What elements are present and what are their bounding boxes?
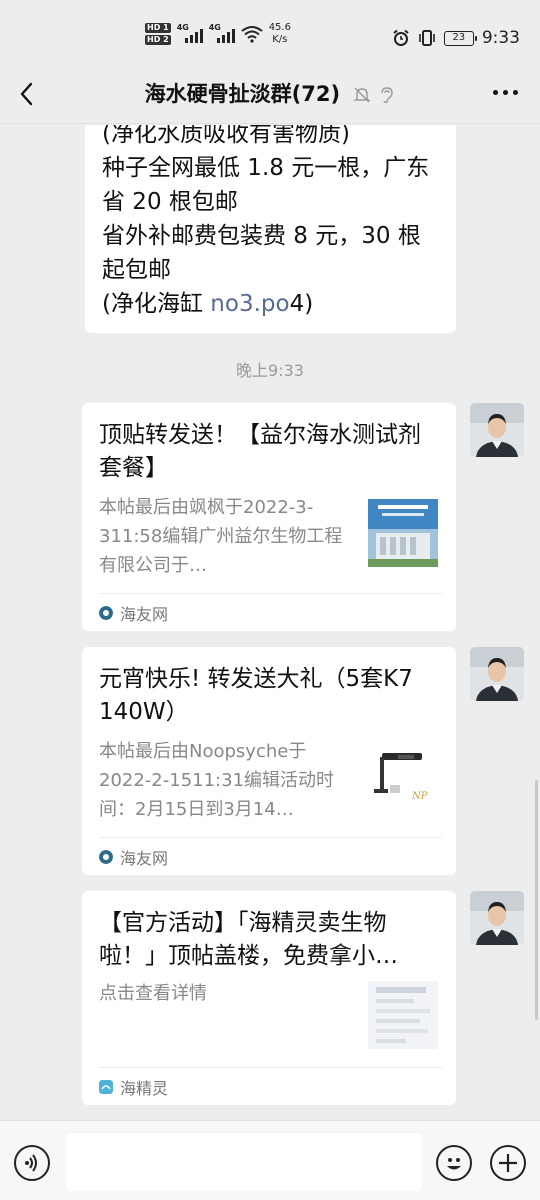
avatar[interactable] (470, 647, 524, 701)
source-icon (99, 850, 113, 864)
clock: 9:33 (481, 28, 520, 48)
earpiece-icon (381, 87, 394, 104)
message-line: (净化水质吸收有害物质) (102, 125, 350, 147)
signal-1-icon: 4G (177, 23, 203, 45)
card-title: 顶贴转发送！【益尔海水测试剂套餐】 (99, 422, 421, 481)
message-text: 4) (289, 291, 314, 317)
card-divider (99, 593, 442, 594)
hd-indicators: HD 1 HD 2 (145, 23, 171, 45)
speed-value: 45.6 (268, 22, 291, 33)
card-divider (99, 837, 442, 838)
battery-icon: 23 (443, 30, 477, 46)
svg-text:NP: NP (411, 791, 428, 802)
avatar[interactable] (470, 891, 524, 945)
input-bar (0, 1120, 540, 1200)
source-icon (99, 606, 113, 620)
card-thumbnail: NP (368, 743, 438, 811)
wifi-icon (241, 26, 263, 43)
card-title: 元宵快乐! 转发送大礼（5套K7 140W） (99, 666, 413, 725)
message-text: (净化海缸 (102, 291, 211, 317)
speed-unit: K/s (272, 34, 288, 45)
avatar-photo (470, 891, 524, 945)
avatar-photo (470, 403, 524, 457)
card-description: 点击查看详情 (99, 983, 207, 1004)
chat-header: 海水硬骨扯淡群(72) (0, 64, 540, 124)
network-speed: 45.6 K/s (269, 22, 291, 46)
message-timestamp: 晚上9:33 (236, 361, 304, 380)
card-source-name: 海精灵 (120, 1079, 169, 1098)
message-line: 种子全网最低 1.8 元一根，广东省 20 根包邮 (102, 155, 430, 215)
emoji-icon (447, 1158, 461, 1170)
card-thumbnail (368, 499, 438, 567)
message-input[interactable] (66, 1133, 422, 1191)
voice-input-button[interactable] (14, 1145, 50, 1181)
card-source: 海友网 (99, 601, 168, 625)
card-source-name: 海友网 (120, 605, 169, 624)
hd1-badge: HD 1 (145, 23, 171, 33)
battery-level: 23 (452, 31, 466, 43)
link-card[interactable]: 顶贴转发送！【益尔海水测试剂套餐】 本帖最后由飒枫于2022-3-311:58编… (82, 403, 456, 631)
card-source: 海友网 (99, 845, 168, 869)
alarm-icon (393, 29, 409, 46)
emoji-button[interactable] (436, 1145, 472, 1181)
voice-icon (25, 1154, 37, 1172)
chat-title: 海水硬骨扯淡群(72) (144, 82, 341, 106)
hd2-badge: HD 2 (145, 35, 171, 45)
signal-2-icon: 4G (209, 23, 235, 45)
status-left: HD 1 HD 2 4G 4G 45.6 K/s (145, 22, 291, 46)
card-source-name: 海友网 (120, 849, 169, 868)
card-description: 本帖最后由Noopsyche于2022-2-1511:31编辑活动时间：2月15… (99, 741, 335, 820)
avatar-photo (470, 647, 524, 701)
chat-messages[interactable]: (净化水质吸收有害物质) 种子全网最低 1.8 元一根，广东省 20 根包邮 省… (0, 125, 540, 1120)
scrollbar[interactable] (535, 780, 538, 1020)
card-thumbnail (368, 981, 438, 1049)
message-link[interactable]: no3.po (210, 291, 289, 317)
status-bar: HD 1 HD 2 4G 4G 45.6 K/s 23 9:33 (0, 0, 540, 64)
mini-program-card[interactable]: 【官方活动】「海精灵卖生物啦！」顶帖盖楼，免费拿小… 点击查看详情 海精灵 (82, 891, 456, 1105)
card-title: 【官方活动】「海精灵卖生物啦！」顶帖盖楼，免费拿小… (99, 910, 398, 969)
status-right: 23 9:33 (392, 28, 520, 48)
card-description: 本帖最后由飒枫于2022-3-311:58编辑广州益尔生物工程有限公司于… (99, 497, 343, 576)
vibrate-icon (419, 30, 435, 46)
chat-title-area[interactable]: 海水硬骨扯淡群(72) (0, 78, 540, 108)
text-message-bubble[interactable]: (净化水质吸收有害物质) 种子全网最低 1.8 元一根，广东省 20 根包邮 省… (85, 125, 456, 333)
avatar[interactable] (470, 403, 524, 457)
card-source: 海精灵 (99, 1075, 168, 1099)
link-card[interactable]: 元宵快乐! 转发送大礼（5套K7 140W） 本帖最后由Noopsyche于20… (82, 647, 456, 875)
mini-program-icon (99, 1080, 113, 1094)
mute-bell-icon (353, 87, 372, 103)
more-options-icon[interactable] (493, 90, 518, 95)
more-functions-button[interactable] (490, 1145, 526, 1181)
message-line: 省外补邮费包装费 8 元，30 根起包邮 (102, 223, 421, 283)
card-divider (99, 1067, 442, 1068)
message-line: (净化海缸 no3.po4) (102, 287, 440, 321)
plus-icon (499, 1154, 517, 1172)
